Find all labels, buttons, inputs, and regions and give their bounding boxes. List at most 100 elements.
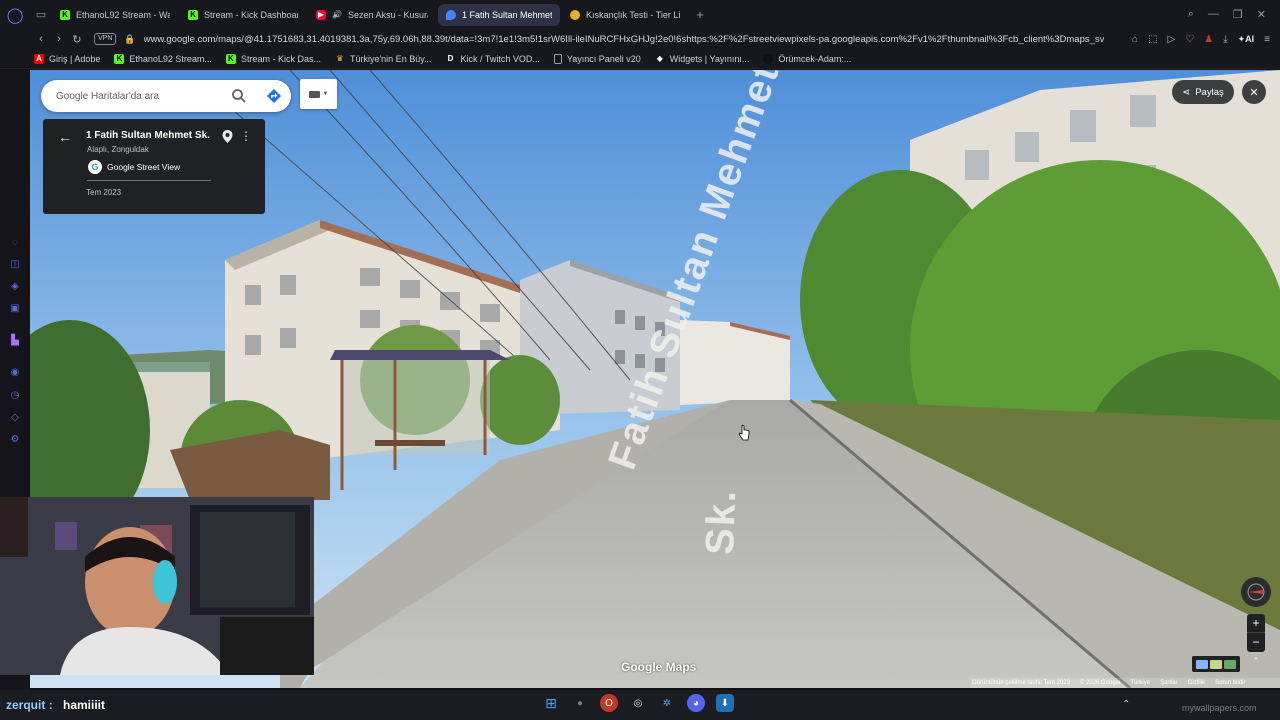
flow-icon[interactable]: ▷ bbox=[1168, 34, 1176, 45]
zoom-in-button[interactable]: + bbox=[1247, 614, 1265, 633]
download-manager-icon[interactable]: ⬇ bbox=[716, 694, 734, 712]
url-field[interactable]: www.google.com/maps/@41.1751683,31.40193… bbox=[144, 34, 1104, 45]
bookmark-widgets[interactable]: ◆ Widgets | Yayınını... bbox=[655, 54, 750, 64]
compass-icon bbox=[1247, 583, 1265, 601]
crypto-icon[interactable]: ◈ bbox=[9, 281, 21, 293]
back-arrow-icon[interactable]: ← bbox=[58, 129, 72, 145]
kick-icon: K bbox=[60, 9, 70, 20]
dot-icon[interactable]: ● bbox=[571, 694, 589, 712]
bookmark-ethanol[interactable]: K EthanoL92 Stream... bbox=[114, 53, 212, 64]
shopping-icon[interactable]: ◫ bbox=[9, 259, 21, 271]
address-actions: ⌂ ⬚ ▷ ♡ ♟ ⤓ ✦AI ≡ bbox=[1132, 34, 1280, 45]
webcam-overlay bbox=[0, 497, 314, 675]
system-tray-icon[interactable]: ⌃ bbox=[1122, 699, 1130, 710]
share-button[interactable]: ⋖ Paylaş bbox=[1172, 80, 1234, 104]
bookmark-vod[interactable]: D Kick / Twitch VOD... bbox=[446, 54, 540, 64]
close-streetview-button[interactable]: ✕ bbox=[1242, 80, 1266, 104]
restore-icon[interactable]: ❐ bbox=[1233, 8, 1243, 21]
directions-icon[interactable] bbox=[266, 88, 282, 104]
mouse-cursor-icon bbox=[738, 425, 750, 441]
terms-link[interactable]: Şartlar bbox=[1160, 680, 1178, 686]
settings-cog-icon[interactable]: ✲ bbox=[658, 694, 676, 712]
place-card: ← 1 Fatih Sultan Mehmet Sk. Alaplı, Zong… bbox=[43, 119, 265, 214]
more-options-icon[interactable]: ⋮ bbox=[240, 129, 252, 143]
location-pin-icon[interactable] bbox=[222, 130, 233, 143]
search-icon[interactable] bbox=[231, 88, 247, 104]
country-link[interactable]: Türkiye bbox=[1130, 680, 1150, 686]
compass-button[interactable] bbox=[1241, 577, 1271, 607]
streamer-camera bbox=[0, 497, 314, 675]
privacy-link[interactable]: Gizlilik bbox=[1188, 680, 1205, 686]
road-marking-suffix: Sk. bbox=[698, 487, 745, 556]
tab-0[interactable]: K EthanoL92 Stream - Watch bbox=[52, 4, 178, 26]
report-link[interactable]: Sorun bildir bbox=[1215, 680, 1245, 686]
widget-icon: ◆ bbox=[656, 54, 663, 63]
address-bar: ‹ › ↻ VPN 🔒 www.google.com/maps/@41.1751… bbox=[0, 29, 1280, 49]
ai-button[interactable]: ✦AI bbox=[1238, 34, 1255, 45]
tab-overview-icon[interactable]: ▭ bbox=[30, 8, 52, 21]
expand-icon[interactable]: ⌃ bbox=[1248, 656, 1264, 672]
keyboard-shortcuts-button[interactable]: ▼ bbox=[300, 79, 337, 109]
bookmark-adobe[interactable]: A Giriş | Adobe bbox=[34, 53, 100, 64]
capture-date-selector[interactable]: Tem 2023 bbox=[86, 188, 121, 197]
heart-icon[interactable]: ♡ bbox=[1185, 34, 1194, 45]
search-tabs-icon[interactable]: ⌕ bbox=[1188, 8, 1194, 21]
messenger-icon[interactable]: ▣ bbox=[9, 303, 21, 315]
youtube-icon: ▶ bbox=[316, 9, 326, 20]
google-maps-watermark: Google Maps bbox=[621, 660, 697, 674]
tab-4[interactable]: Kıskançlık Testi - Tier List bbox=[562, 4, 688, 26]
search-input[interactable] bbox=[56, 90, 216, 102]
snapshot-icon[interactable]: ⬚ bbox=[1148, 34, 1157, 45]
divider bbox=[87, 180, 211, 181]
bookmark-icon[interactable]: ⌂ bbox=[1132, 34, 1138, 45]
close-icon: ✕ bbox=[1249, 86, 1259, 99]
wallpaper-watermark: mywallpapers.com bbox=[1182, 703, 1257, 713]
bookmark-spiderman[interactable]: Örümcek-Adam:... bbox=[763, 53, 851, 64]
taskbar: ⊞ ● O ◎ ✲ ◕ ⬇ bbox=[542, 694, 734, 712]
layers-button[interactable] bbox=[1192, 656, 1240, 672]
close-window-icon[interactable]: ✕ bbox=[1257, 8, 1266, 21]
lock-icon[interactable]: 🔒 bbox=[124, 34, 135, 45]
adobe-icon: A bbox=[34, 53, 44, 64]
settings-gear-icon[interactable]: ⚙ bbox=[9, 434, 21, 446]
twitch-icon[interactable]: ▙ bbox=[9, 335, 21, 347]
tab-3[interactable]: 1 Fatih Sultan Mehmet Sk. bbox=[438, 3, 560, 26]
avatar-icon[interactable]: ♟ bbox=[1204, 34, 1213, 45]
discord-icon[interactable]: ◕ bbox=[687, 694, 705, 712]
imagery-source[interactable]: G Google Street View bbox=[88, 160, 180, 174]
forward-icon[interactable]: › bbox=[50, 33, 68, 45]
obs-icon[interactable]: ◎ bbox=[629, 694, 647, 712]
kick-icon: K bbox=[188, 9, 198, 20]
opera-logo-icon[interactable]: ◯ bbox=[0, 0, 30, 29]
reload-icon[interactable]: ↻ bbox=[68, 33, 86, 46]
tierlist-icon bbox=[570, 9, 580, 20]
tab-2[interactable]: ▶ 🔊 Sezen Aksu - Kusura B bbox=[308, 4, 436, 26]
menu-icon[interactable]: ≡ bbox=[1264, 34, 1270, 45]
speaker-icon[interactable]: 🔊 bbox=[332, 10, 342, 19]
tab-1[interactable]: K Stream - Kick Dashboard bbox=[180, 4, 306, 26]
chat-message: hamiiiit bbox=[63, 698, 106, 712]
attribution-bar: Görüntünün çekilme tarihi: Tem 2023 © 20… bbox=[970, 678, 1280, 688]
d-logo-icon: D bbox=[447, 54, 454, 63]
pinboard-icon[interactable]: ◇ bbox=[9, 412, 21, 424]
zoom-out-button[interactable]: − bbox=[1247, 633, 1265, 651]
windows-start-icon[interactable]: ⊞ bbox=[542, 694, 560, 712]
back-icon[interactable]: ‹ bbox=[32, 33, 50, 45]
google-logo-icon: G bbox=[88, 160, 102, 174]
bookmark-panel[interactable]: Yayıncı Paneli v20 bbox=[553, 53, 641, 64]
crown-icon: ♛ bbox=[336, 54, 344, 63]
history-icon[interactable]: ◷ bbox=[9, 390, 21, 402]
bookmark-kick-dashboard[interactable]: K Stream - Kick Das... bbox=[225, 53, 321, 64]
caret-down-icon: ▼ bbox=[322, 91, 329, 97]
player-icon[interactable]: ◉ bbox=[9, 367, 21, 379]
vpn-badge[interactable]: VPN bbox=[94, 33, 117, 45]
download-icon[interactable]: ⤓ bbox=[1223, 34, 1227, 45]
place-subtitle: Alaplı, Zonguldak bbox=[87, 145, 149, 154]
opera-taskbar-icon[interactable]: O bbox=[600, 694, 618, 712]
document-icon bbox=[553, 53, 562, 64]
aria-icon[interactable]: ◌ bbox=[9, 237, 21, 249]
new-tab-button[interactable]: + bbox=[690, 7, 710, 22]
bookmark-turkiye[interactable]: ♛ Türkiye'nin En Büy... bbox=[335, 54, 431, 64]
minimize-icon[interactable]: — bbox=[1208, 8, 1219, 21]
bookmarks-bar: A Giriş | Adobe K EthanoL92 Stream... K Str… bbox=[0, 49, 1280, 69]
